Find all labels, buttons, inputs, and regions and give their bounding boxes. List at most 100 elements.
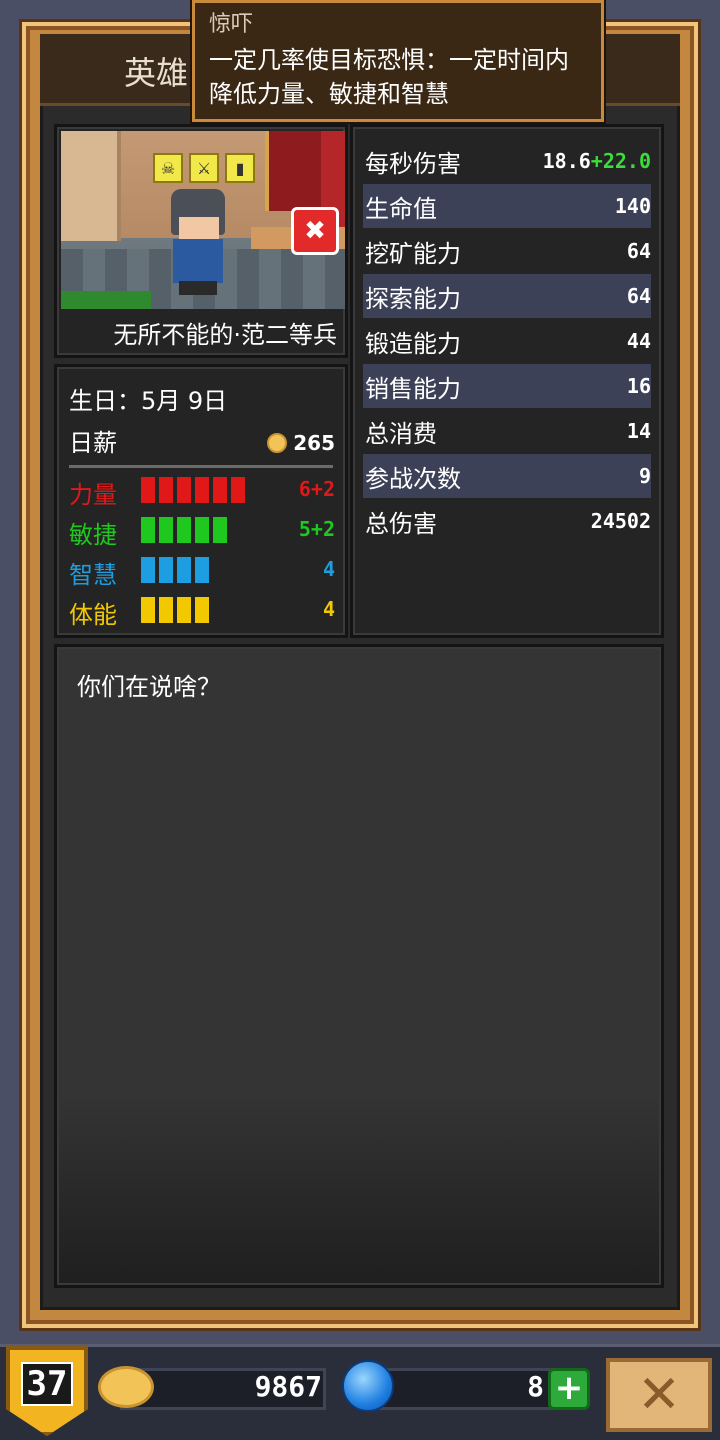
stat-label: 生命值 [365,194,437,223]
attribute-label: 敏捷 [69,521,117,549]
stat-label: 总伤害 [365,509,437,538]
hero-legs [179,281,217,295]
attribute-bars [141,597,209,623]
stat-row: 探索能力 64 [363,274,651,318]
attribute-bar [159,477,173,503]
stat-value: 64 [626,284,651,308]
attribute-bars [141,477,245,503]
stat-value-group: 64 [627,239,651,263]
tooltip-title: 惊吓 [209,12,254,37]
slash-icon[interactable]: ⚔ [189,153,219,183]
gem-icon [342,1360,394,1412]
stat-value-group: 44 [627,329,651,353]
attribute-bar [159,597,173,623]
stat-value: 140 [614,194,651,218]
divider [69,465,333,468]
coin-icon [267,433,288,453]
salary-label: 日薪 [69,429,117,457]
level-number: 37 [20,1362,74,1406]
stat-label: 参战次数 [365,464,461,493]
salary-amount: 265 [293,431,335,455]
stat-value: 64 [626,239,651,263]
stat-label: 挖矿能力 [365,239,461,268]
attribute-row: 体能 4 [69,593,335,629]
portrait-panel: ☠ ⚔ ▮ ✖ 无所不能的·范二等兵 [54,124,348,358]
stat-value-group: 18.6+22.0 [543,149,651,173]
stat-label: 每秒伤害 [365,149,461,178]
stat-row: 生命值 140 [363,184,651,228]
dialogue-panel: 你们在说啥？ [54,644,664,1288]
stat-label: 锻造能力 [365,329,461,358]
door-decor [265,131,325,211]
pillar-decor [61,131,121,241]
stat-row: 每秒伤害 18.6+22.0 [363,139,651,183]
stat-row: 参战次数 9 [363,454,651,498]
hero-body [173,239,223,283]
attribute-bars [141,517,227,543]
stat-bonus: +22.0 [590,149,651,173]
stat-value-group: 24502 [591,509,651,533]
window-title: 英雄 [124,54,189,92]
attribute-bar [177,477,191,503]
attribute-bar [177,517,191,543]
attribute-bar [195,557,209,583]
stat-row: 挖矿能力 64 [363,229,651,273]
attribute-bar [159,517,173,543]
attribute-row: 智慧 4 [69,553,335,589]
grass-decor [61,291,151,309]
attribute-label: 智慧 [69,561,117,589]
info-panel: 生日：5月 9日 日薪 265 力量 6+2 敏捷 5+2 智慧 4 体能 4 [54,364,348,638]
attribute-bar [141,477,155,503]
stat-value: 9 [638,464,651,488]
attribute-row: 敏捷 5+2 [69,513,335,549]
attribute-label: 体能 [69,601,117,629]
attribute-label: 力量 [69,481,117,509]
hero-face [179,217,219,241]
birthday-text: 生日：5月 9日 [69,387,228,415]
attribute-bar [159,557,173,583]
attribute-bar [141,597,155,623]
attribute-value: 6+2 [298,477,335,501]
gem-amount: 8 [527,1370,544,1403]
stat-value-group: 140 [615,194,651,218]
stats-panel: 每秒伤害 18.6+22.0 生命值 140 挖矿能力 64 探索能力 64 锻造能力 44 销售能… [350,124,664,638]
tooltip-description: 一定几率使目标恐惧：一定时间内降低力量、敏捷和智慧 [209,46,569,108]
stat-value: 14 [626,419,651,443]
stat-value-group: 16 [627,374,651,398]
stat-value: 24502 [590,509,651,533]
close-button[interactable]: ✕ [606,1358,712,1432]
stat-label: 总消费 [365,419,437,448]
close-icon: ✕ [637,1365,681,1425]
skull-icon[interactable]: ☠ [153,153,183,183]
skill-tooltip: 惊吓 一定几率使目标恐惧：一定时间内降低力量、敏捷和智慧 [192,0,604,122]
door-icon[interactable]: ▮ [225,153,255,183]
attribute-value: 4 [322,597,335,621]
attribute-bar [141,517,155,543]
hero-portrait: ☠ ⚔ ▮ ✖ [61,131,345,309]
stat-row: 销售能力 16 [363,364,651,408]
attribute-value: 4 [322,557,335,581]
stat-row: 总消费 14 [363,409,651,453]
salary-value: 265 [267,431,335,455]
stat-value: 16 [626,374,651,398]
attribute-row: 力量 6+2 [69,473,335,509]
gold-amount: 9867 [254,1370,322,1403]
attribute-bar [213,517,227,543]
stat-row: 总伤害 24502 [363,499,651,543]
add-gems-button[interactable]: + [548,1368,590,1410]
attribute-bar [141,557,155,583]
fear-icon[interactable]: ✖ [291,207,339,255]
stat-value: 18.6 [542,149,591,173]
attribute-bar [213,477,227,503]
dialogue-text: 你们在说啥？ [77,673,221,701]
status-effects: ☠ ⚔ ▮ [153,153,255,183]
attribute-bar [231,477,245,503]
attribute-bar [195,597,209,623]
stat-value-group: 14 [627,419,651,443]
stat-value-group: 64 [627,284,651,308]
attribute-bar [177,557,191,583]
attribute-bars [141,557,209,583]
stat-row: 锻造能力 44 [363,319,651,363]
gold-coin-icon [98,1366,154,1408]
stat-value: 44 [626,329,651,353]
